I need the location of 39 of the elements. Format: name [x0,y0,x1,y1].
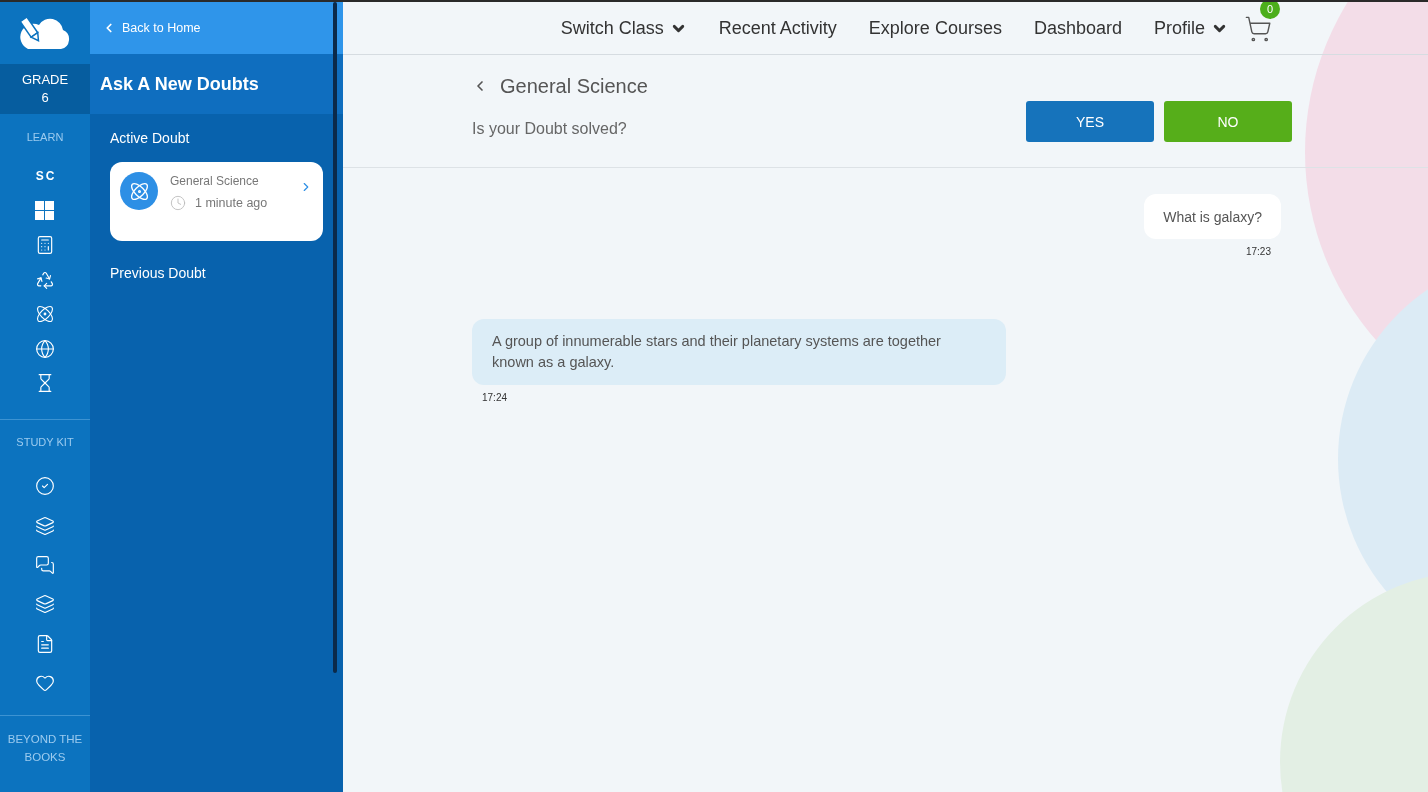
document-icon[interactable] [35,633,55,654]
nav-link[interactable]: Dashboard [1033,17,1122,39]
section-label: LEARN [25,130,65,144]
subject-link[interactable]: SC [33,169,57,184]
message-bubble: A group of innumerable stars and their planetary systems are together known as a galaxy. [472,319,1006,385]
message-time: 17:23 [1245,246,1271,257]
doubt-time: 1 minute ago [195,196,268,210]
grid-icon[interactable] [35,201,55,221]
clock-icon [170,195,186,211]
cart-icon[interactable] [1244,15,1272,43]
back-to-home-link[interactable]: Back to Home [90,2,343,54]
doubt-subject: General Science [170,173,260,189]
section-heading: Active Doubt [110,129,191,147]
nav-dropdown[interactable]: Profile [1153,17,1228,39]
yes-button[interactable]: YES [1026,101,1154,142]
heart-icon[interactable] [35,673,55,694]
scrollbar-thumb[interactable] [333,2,337,673]
grade-block[interactable]: GRADE 6 [0,64,90,114]
calculator-icon[interactable] [35,235,55,256]
message-time: 17:24 [482,392,508,403]
recycle-icon[interactable] [35,269,55,290]
section-heading[interactable]: Previous Doubt [110,264,323,282]
chat-bubbles-icon[interactable] [35,554,55,575]
nav-link[interactable]: Recent Activity [718,17,837,39]
atom-icon[interactable] [35,304,55,325]
nav-dropdown[interactable]: Switch Class [560,17,687,39]
message-bubble: What is galaxy? [1144,194,1281,239]
globe-icon[interactable] [35,338,55,359]
panel-title: Ask A New Doubts [90,54,343,114]
layers-icon[interactable] [35,515,55,536]
solved-question: Is your Doubt solved? [472,120,628,138]
nav-link[interactable]: Explore Courses [868,17,1002,39]
cart-count-badge: 0 [1260,2,1280,19]
doubt-subject-title: General Science [500,74,648,98]
section-label: STUDY KIT [15,434,75,449]
doubt-card[interactable]: General Science 1 minute ago [110,162,323,241]
check-circle-icon[interactable] [35,476,55,497]
layers-icon[interactable] [35,594,55,615]
atom-icon [120,172,158,210]
